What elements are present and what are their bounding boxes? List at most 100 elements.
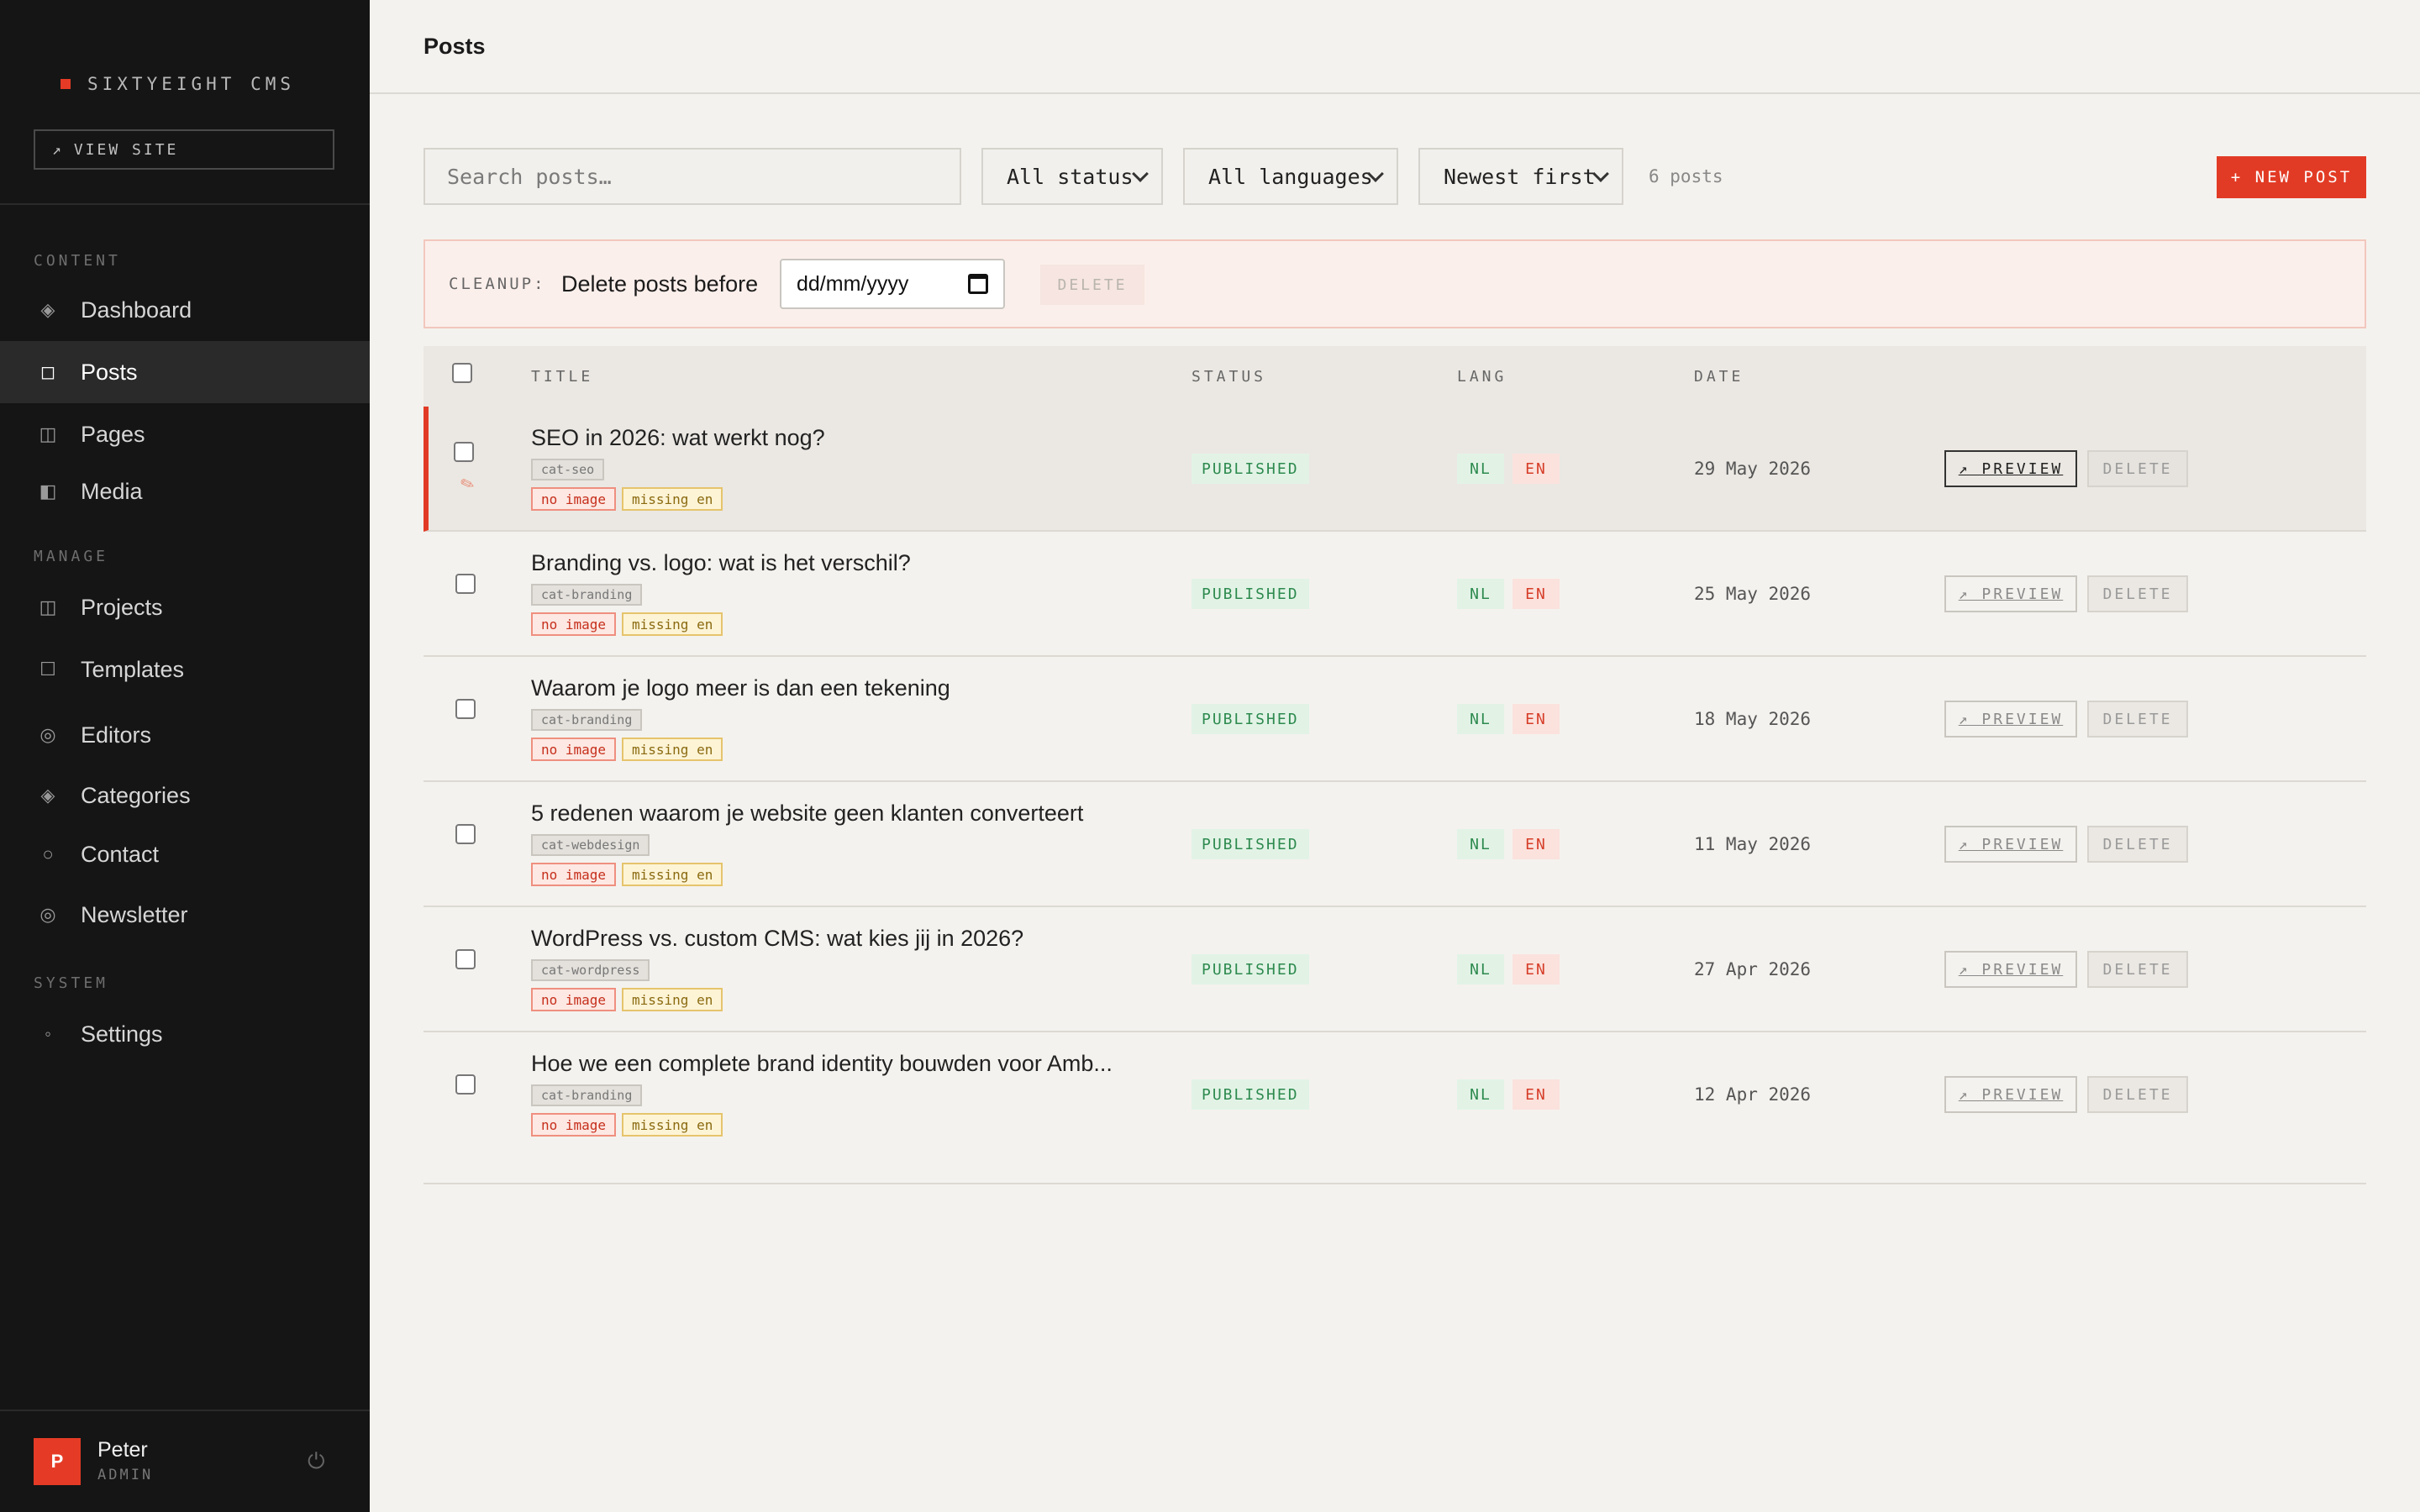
post-date: 11 May 2026 bbox=[1694, 834, 1812, 854]
status-filter-select[interactable]: All status bbox=[981, 148, 1163, 205]
circle-icon: ○ bbox=[42, 843, 54, 864]
table-row[interactable]: Branding vs. logo: wat is het verschil? … bbox=[424, 532, 2366, 657]
sidebar-item-label: Templates bbox=[81, 656, 185, 682]
missing-translation-tag: missing en bbox=[622, 863, 723, 886]
row-checkbox[interactable] bbox=[455, 949, 476, 969]
cleanup-label: CLEANUP: bbox=[449, 275, 546, 293]
column-header-date[interactable]: DATE bbox=[1694, 368, 1744, 386]
sidebar-item-editors[interactable]: ◎ Editors bbox=[0, 704, 370, 766]
column-header-title[interactable]: TITLE bbox=[531, 368, 593, 386]
preview-button[interactable]: ↗ PREVIEW bbox=[1944, 450, 2077, 487]
sidebar-item-label: Media bbox=[81, 478, 143, 504]
cleanup-date-input[interactable]: dd/mm/yyyy bbox=[780, 259, 1005, 309]
sidebar-item-pages[interactable]: ◫ Pages bbox=[0, 403, 370, 465]
user-role: ADMIN bbox=[97, 1467, 154, 1483]
status-badge: PUBLISHED bbox=[1192, 1079, 1309, 1110]
lang-badge-en: EN bbox=[1512, 954, 1560, 984]
brand-logo[interactable]: SIXTYEIGHT CMS bbox=[60, 74, 295, 94]
sidebar-item-templates[interactable]: ☐ Templates bbox=[0, 638, 370, 701]
table-header: TITLE STATUS LANG DATE bbox=[424, 346, 2366, 407]
missing-translation-tag: missing en bbox=[622, 988, 723, 1011]
delete-button[interactable]: DELETE bbox=[2087, 1076, 2188, 1113]
row-checkbox[interactable] bbox=[455, 574, 476, 594]
status-badge: PUBLISHED bbox=[1192, 954, 1309, 984]
column-header-lang[interactable]: LANG bbox=[1457, 368, 1507, 386]
search-input[interactable] bbox=[424, 148, 961, 205]
external-link-icon: ↗ bbox=[52, 140, 64, 159]
new-post-button[interactable]: + NEW POST bbox=[2217, 156, 2366, 198]
cleanup-text: Delete posts before bbox=[561, 271, 759, 297]
sidebar-item-settings[interactable]: ◦ Settings bbox=[0, 1003, 370, 1065]
table-row[interactable]: ✎ SEO in 2026: wat werkt nog? cat-seo no… bbox=[424, 407, 2366, 532]
table-row[interactable]: WordPress vs. custom CMS: wat kies jij i… bbox=[424, 907, 2366, 1032]
sidebar-item-label: Settings bbox=[81, 1021, 163, 1047]
sidebar-item-media[interactable]: ◧ Media bbox=[0, 460, 370, 522]
post-date: 29 May 2026 bbox=[1694, 459, 1812, 479]
post-date: 18 May 2026 bbox=[1694, 709, 1812, 729]
sidebar: SIXTYEIGHT CMS ↗ VIEW SITE CONTENT ◈ Das… bbox=[0, 0, 370, 1512]
post-title[interactable]: 5 redenen waarom je website geen klanten… bbox=[531, 801, 1083, 827]
sidebar-item-categories[interactable]: ◈ Categories bbox=[0, 764, 370, 827]
lang-badge-en: EN bbox=[1512, 829, 1560, 859]
columns-icon: ◫ bbox=[39, 423, 57, 444]
language-filter-select[interactable]: All languages bbox=[1183, 148, 1398, 205]
sidebar-item-contact[interactable]: ○ Contact bbox=[0, 823, 370, 885]
sidebar-divider bbox=[0, 203, 370, 205]
preview-button[interactable]: ↗ PREVIEW bbox=[1944, 575, 2077, 612]
column-header-status[interactable]: STATUS bbox=[1192, 368, 1266, 386]
post-count: 6 posts bbox=[1649, 166, 1723, 186]
calendar-icon[interactable] bbox=[968, 274, 988, 294]
delete-button[interactable]: DELETE bbox=[2087, 450, 2188, 487]
missing-translation-tag: missing en bbox=[622, 1113, 723, 1137]
status-badge: PUBLISHED bbox=[1192, 704, 1309, 734]
sort-select[interactable]: Newest first bbox=[1418, 148, 1623, 205]
preview-button[interactable]: ↗ PREVIEW bbox=[1944, 951, 2077, 988]
square-icon: ◻ bbox=[39, 361, 56, 382]
sidebar-item-label: Dashboard bbox=[81, 297, 192, 323]
delete-button[interactable]: DELETE bbox=[2087, 826, 2188, 863]
row-checkbox[interactable] bbox=[455, 1074, 476, 1095]
sidebar-item-projects[interactable]: ◫ Projects bbox=[0, 576, 370, 638]
post-title[interactable]: SEO in 2026: wat werkt nog? bbox=[531, 425, 825, 451]
no-image-tag: no image bbox=[531, 1113, 617, 1137]
table-row[interactable]: 5 redenen waarom je website geen klanten… bbox=[424, 782, 2366, 907]
delete-button[interactable]: DELETE bbox=[2087, 701, 2188, 738]
chevron-down-icon bbox=[1132, 165, 1149, 182]
post-date: 27 Apr 2026 bbox=[1694, 959, 1812, 979]
preview-button[interactable]: ↗ PREVIEW bbox=[1944, 1076, 2077, 1113]
row-checkbox[interactable] bbox=[454, 442, 474, 462]
topbar: Posts bbox=[370, 0, 2420, 94]
no-image-tag: no image bbox=[531, 738, 617, 761]
post-title[interactable]: Branding vs. logo: wat is het verschil? bbox=[531, 550, 911, 576]
post-title[interactable]: Hoe we een complete brand identity bouwd… bbox=[531, 1051, 1113, 1077]
no-image-tag: no image bbox=[531, 487, 617, 511]
preview-button[interactable]: ↗ PREVIEW bbox=[1944, 701, 2077, 738]
section-system: SYSTEM bbox=[34, 974, 109, 992]
post-title[interactable]: WordPress vs. custom CMS: wat kies jij i… bbox=[531, 926, 1023, 952]
sidebar-item-dashboard[interactable]: ◈ Dashboard bbox=[0, 279, 370, 341]
view-site-button[interactable]: ↗ VIEW SITE bbox=[34, 129, 334, 170]
sidebar-item-label: Contact bbox=[81, 841, 160, 867]
square-outline-icon: ☐ bbox=[39, 659, 56, 680]
sidebar-item-posts[interactable]: ◻ Posts bbox=[0, 341, 370, 403]
lang-badge-nl: NL bbox=[1457, 829, 1504, 859]
delete-button[interactable]: DELETE bbox=[2087, 575, 2188, 612]
status-filter-value: All status bbox=[1007, 164, 1134, 189]
select-all-checkbox[interactable] bbox=[452, 363, 472, 383]
post-title[interactable]: Waarom je logo meer is dan een tekening bbox=[531, 675, 950, 701]
row-checkbox[interactable] bbox=[455, 824, 476, 844]
sidebar-item-newsletter[interactable]: ◎ Newsletter bbox=[0, 884, 370, 946]
lang-badge-nl: NL bbox=[1457, 454, 1504, 484]
preview-button[interactable]: ↗ PREVIEW bbox=[1944, 826, 2077, 863]
cleanup-panel: CLEANUP: Delete posts before dd/mm/yyyy … bbox=[424, 239, 2366, 328]
cleanup-delete-button[interactable]: DELETE bbox=[1040, 265, 1144, 305]
category-tag: cat-branding bbox=[531, 1084, 643, 1106]
sidebar-item-label: Editors bbox=[81, 722, 152, 748]
row-checkbox[interactable] bbox=[455, 699, 476, 719]
delete-button[interactable]: DELETE bbox=[2087, 951, 2188, 988]
table-row[interactable]: Waarom je logo meer is dan een tekening … bbox=[424, 657, 2366, 782]
lang-badge-en: EN bbox=[1512, 704, 1560, 734]
table-row[interactable]: Hoe we een complete brand identity bouwd… bbox=[424, 1032, 2366, 1158]
user-name: Peter bbox=[97, 1438, 148, 1462]
logout-icon[interactable]: ⏻ bbox=[308, 1448, 325, 1475]
